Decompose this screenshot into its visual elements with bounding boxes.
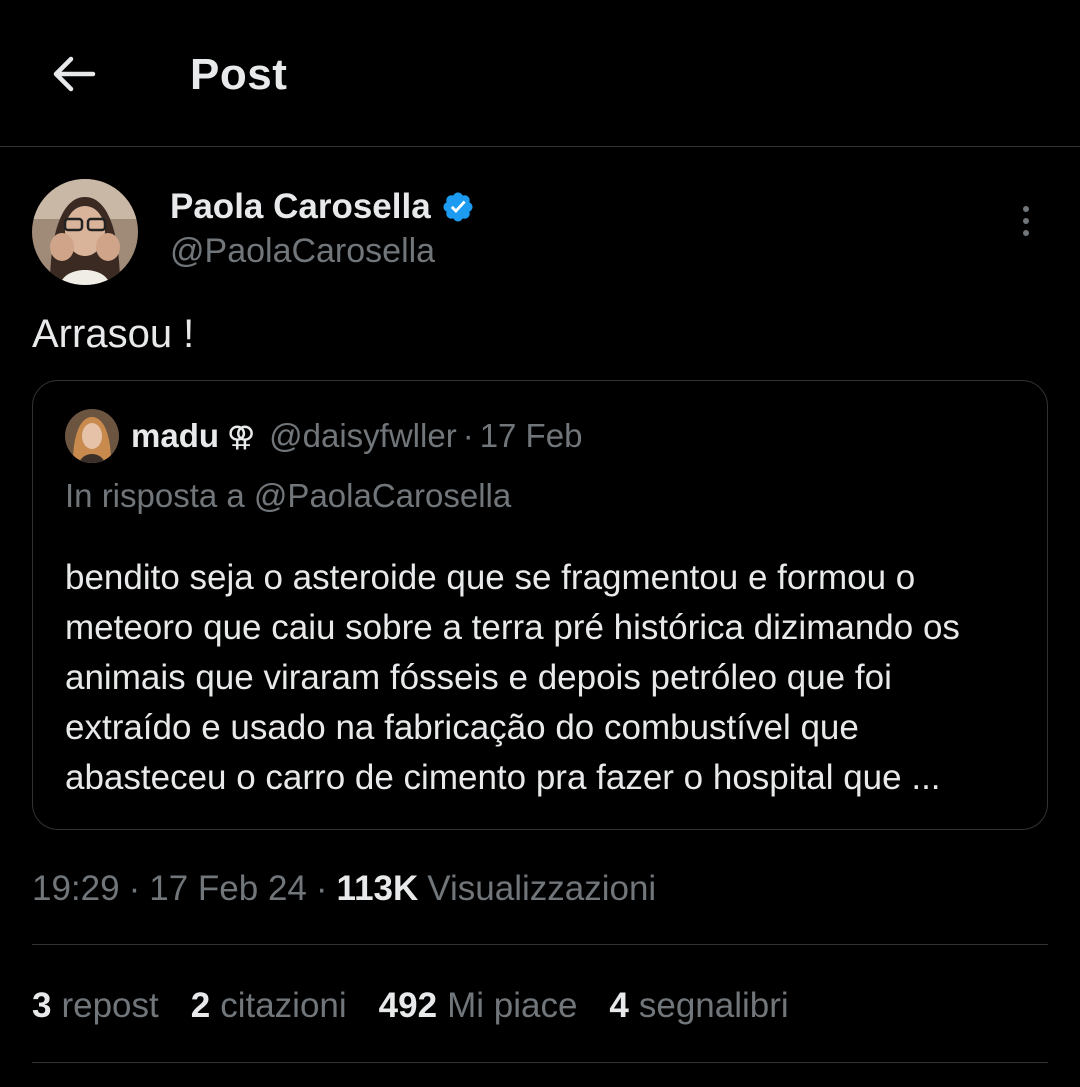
engagement-stats: 3 repost 2 citazioni 492 Mi piace 4 segn…: [32, 984, 821, 1028]
avatar-image: [32, 179, 138, 285]
stat-number: 3: [32, 986, 52, 1025]
quoted-author-avatar: [65, 409, 119, 463]
divider: [32, 1062, 1048, 1063]
stat-number: 4: [609, 986, 629, 1025]
quoted-reply-to: In risposta a @PaolaCarosella: [65, 477, 512, 514]
post-date[interactable]: 17 Feb 24: [149, 869, 307, 909]
quoted-author-symbol: ⚢: [227, 419, 256, 453]
quoted-author-handle: @daisyfwller: [269, 417, 457, 454]
quoted-body: bendito seja o asteroide que se fragment…: [65, 558, 960, 797]
verified-badge-icon: [443, 192, 473, 222]
stat-label: citazioni: [220, 986, 347, 1025]
post-time[interactable]: 19:29: [32, 869, 120, 909]
quoted-header: madu ⚢ @daisyfwller · 17 Feb: [131, 415, 582, 457]
separator-dot: ·: [315, 869, 328, 908]
stat-number: 492: [378, 986, 438, 1025]
more-dot-icon: [1023, 230, 1029, 236]
stat-label: Mi piace: [447, 986, 578, 1025]
author-name[interactable]: Paola Carosella: [170, 187, 431, 227]
repost-stat[interactable]: 3 repost: [32, 986, 159, 1026]
likes-stat[interactable]: 492 Mi piace: [379, 986, 578, 1026]
separator-dot: ·: [462, 417, 474, 454]
arrow-left-icon: [53, 56, 96, 92]
back-button[interactable]: [44, 44, 104, 104]
views-label: Visualizzazioni: [427, 869, 657, 908]
separator-dot: ·: [128, 869, 141, 908]
quotes-stat[interactable]: 2 citazioni: [191, 986, 347, 1026]
stat-label: repost: [61, 986, 159, 1025]
quoted-post[interactable]: madu ⚢ @daisyfwller · 17 Feb In risposta…: [32, 380, 1048, 830]
page-title: Post: [190, 50, 288, 99]
author-handle[interactable]: @PaolaCarosella: [170, 232, 435, 271]
views-count: 113K: [336, 869, 419, 908]
more-dot-icon: [1023, 206, 1029, 212]
author-avatar[interactable]: [32, 179, 138, 285]
bookmarks-stat[interactable]: 4 segnalibri: [609, 986, 788, 1026]
stat-label: segnalibri: [638, 986, 789, 1025]
quoted-author-name: madu: [131, 417, 220, 454]
quoted-date: 17 Feb: [479, 417, 583, 454]
divider: [32, 944, 1048, 945]
author-name-row[interactable]: Paola Carosella: [170, 186, 475, 228]
stat-number: 2: [190, 986, 211, 1025]
top-bar: Post: [0, 0, 1080, 147]
post-text: Arrasou !: [32, 312, 195, 356]
post-meta: 19:29 · 17 Feb 24 · 113K Visualizzazioni: [32, 868, 656, 910]
more-options-button[interactable]: [1006, 198, 1046, 244]
avatar-image: [65, 409, 119, 463]
more-dot-icon: [1023, 218, 1029, 224]
